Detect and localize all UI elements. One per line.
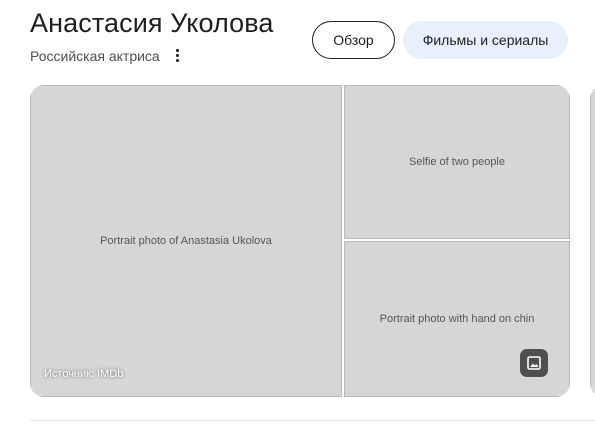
more-images-button[interactable] <box>520 349 548 377</box>
image-top-right-placeholder: Selfie of two people <box>344 85 570 239</box>
page-title: Анастасия Уколова <box>30 8 274 38</box>
main-image[interactable]: Portrait photo of Anastasia Ukolova Исто… <box>30 85 342 397</box>
tab-overview[interactable]: Обзор <box>312 21 395 59</box>
entity-description: Российская актриса <box>30 48 160 64</box>
more-vert-icon <box>175 48 179 52</box>
divider <box>30 420 595 421</box>
image-top-right[interactable]: Selfie of two people <box>344 85 570 239</box>
image-icon <box>527 356 541 370</box>
image-bottom-right[interactable]: Portrait photo with hand on chin <box>344 241 570 397</box>
main-image-placeholder: Portrait photo of Anastasia Ukolova <box>30 85 342 397</box>
next-image-placeholder <box>590 85 595 397</box>
more-vert-icon-dot <box>175 58 179 62</box>
image-source-label: Источник: IMDb <box>44 368 124 380</box>
tab-films-series[interactable]: Фильмы и сериалы <box>403 21 568 59</box>
more-options-button[interactable] <box>168 44 186 66</box>
next-image-peek[interactable] <box>590 85 595 397</box>
more-vert-icon-dot <box>175 53 179 57</box>
